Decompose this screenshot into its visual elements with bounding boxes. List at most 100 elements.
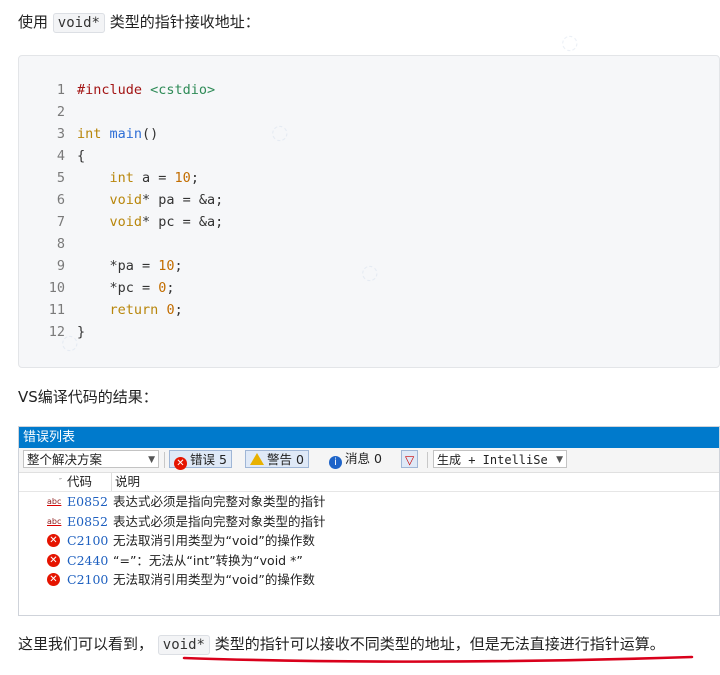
warning-icon — [250, 453, 264, 465]
error-list-title: 错误列表 — [19, 427, 719, 448]
line-number: 5 — [56, 170, 65, 186]
code-token: ; — [174, 302, 183, 318]
line-number: 9 — [56, 258, 65, 274]
inline-code-void-ptr: void* — [52, 13, 105, 33]
line-number: 6 — [56, 192, 65, 208]
code-token: ; — [166, 280, 175, 296]
error-description: 无法取消引用类型为“void”的操作数 — [113, 533, 315, 548]
line-number: 1 — [56, 82, 65, 98]
code-token: } — [77, 324, 86, 340]
error-row[interactable]: ✕ C2440 “=”：无法从“int”转换为“void *” — [19, 551, 719, 571]
code-line: 11 return 0; — [19, 299, 183, 321]
error-icon: ✕ — [47, 573, 60, 586]
messages-filter-label: 消息 0 — [345, 451, 382, 466]
code-line: 2 — [19, 101, 77, 123]
code-token: void — [109, 214, 143, 230]
line-number: 10 — [48, 280, 65, 296]
conclusion-prefix: 这里我们可以看到， — [18, 635, 154, 653]
scope-dropdown[interactable]: 整个解决方案 ▼ — [23, 450, 159, 468]
code-token: return — [109, 302, 159, 318]
errors-filter-label: 错误 5 — [190, 452, 227, 467]
error-code-link[interactable]: E0852 — [67, 512, 108, 532]
code-line: 6 void* pa = &a; — [19, 189, 223, 211]
code-token: #include — [77, 82, 151, 98]
watermark: ◌ — [554, 27, 583, 57]
code-token: <cstdio> — [150, 82, 216, 98]
toolbar-divider — [427, 452, 428, 468]
code-line: 3 int main() — [19, 123, 158, 145]
filter-funnel-icon: ▽ — [405, 453, 415, 467]
error-row[interactable]: ✕ C2100 无法取消引用类型为“void”的操作数 — [19, 531, 719, 551]
code-line: 9 *pa = 10; — [19, 255, 183, 277]
error-icon: ✕ — [174, 457, 187, 470]
code-token: ; — [174, 258, 183, 274]
error-list-panel: 错误列表 整个解决方案 ▼ ✕ 错误 5 警告 0 i 消息 0 ▽ 生成 + In… — [18, 426, 720, 616]
build-filter-value: 生成 + IntelliSe — [437, 453, 548, 467]
error-description: 无法取消引用类型为“void”的操作数 — [113, 572, 315, 587]
error-description: 表达式必须是指向完整对象类型的指针 — [113, 494, 326, 509]
intro-prefix: 使用 — [18, 13, 49, 31]
code-token: * pa = &a; — [142, 192, 224, 208]
error-row[interactable]: abc E0852 表达式必须是指向完整对象类型的指针 — [19, 492, 719, 512]
toolbar-divider — [164, 452, 165, 468]
handwritten-underline — [182, 655, 694, 663]
code-token: { — [77, 148, 86, 164]
line-number: 11 — [48, 302, 65, 318]
error-row[interactable]: ✕ C2100 无法取消引用类型为“void”的操作数 — [19, 570, 719, 590]
error-row[interactable]: abc E0852 表达式必须是指向完整对象类型的指针 — [19, 512, 719, 532]
code-token: 0 — [166, 302, 175, 318]
scope-value: 整个解决方案 — [27, 452, 103, 467]
code-token: 10 — [174, 170, 191, 186]
code-token: 10 — [158, 258, 175, 274]
build-filter-dropdown[interactable]: 生成 + IntelliSe ▼ — [433, 450, 567, 468]
filter-toggle-button[interactable]: ▽ — [401, 450, 419, 468]
code-token: int — [109, 170, 134, 186]
code-line: 10 *pc = 0; — [19, 277, 175, 299]
intellisense-abc-icon: abc — [47, 516, 62, 526]
code-token: main — [109, 126, 143, 142]
chevron-down-icon: ▼ — [148, 455, 155, 465]
code-token: *pc = — [77, 280, 159, 296]
messages-filter-button[interactable]: i 消息 0 — [325, 450, 386, 469]
warnings-filter-label: 警告 0 — [267, 452, 304, 467]
warnings-filter-button[interactable]: 警告 0 — [245, 450, 309, 468]
error-icon: ✕ — [47, 534, 60, 547]
line-number: 2 — [56, 104, 65, 120]
error-icon: ✕ — [47, 553, 60, 567]
line-number: 7 — [56, 214, 65, 230]
sort-indicator-icon: ″ — [59, 477, 62, 486]
line-number: 4 — [56, 148, 65, 164]
code-token: a = — [133, 170, 175, 186]
code-line: 1 #include <cstdio> — [19, 79, 215, 101]
code-token: int — [77, 126, 110, 142]
error-description: “=”：无法从“int”转换为“void *” — [113, 552, 303, 568]
column-header-description[interactable]: 说明 — [111, 473, 140, 491]
error-code-link[interactable]: C2100 — [67, 570, 108, 590]
code-line: 12} — [19, 321, 85, 343]
column-header-code[interactable]: 代码 — [67, 473, 92, 491]
code-token: *pa = — [77, 258, 159, 274]
code-line: 4{ — [19, 145, 85, 167]
code-block: 1 #include <cstdio> 2 3 int main() 4{5 int a … — [18, 55, 720, 368]
error-code-link[interactable]: C2100 — [67, 531, 108, 551]
error-list-toolbar: 整个解决方案 ▼ ✕ 错误 5 警告 0 i 消息 0 ▽ 生成 + Intelli… — [19, 448, 719, 473]
error-description: 表达式必须是指向完整对象类型的指针 — [113, 513, 326, 529]
error-code-link[interactable]: C2440 — [67, 551, 108, 571]
vs-result-label: VS编译代码的结果： — [18, 388, 158, 406]
intro-suffix: 类型的指针接收地址： — [109, 13, 260, 31]
line-number: 12 — [48, 324, 65, 340]
intro-paragraph: 使用 void* 类型的指针接收地址： — [18, 11, 260, 34]
code-line: 8 — [19, 233, 77, 255]
info-icon: i — [329, 456, 342, 469]
errors-filter-button[interactable]: ✕ 错误 5 — [169, 450, 232, 470]
code-line: 5 int a = 10; — [19, 167, 199, 189]
line-number: 3 — [56, 126, 65, 142]
code-token: () — [142, 126, 159, 142]
error-code-link[interactable]: E0852 — [67, 492, 108, 512]
intellisense-abc-icon: abc — [47, 497, 62, 506]
code-token: void — [109, 192, 143, 208]
line-number: 8 — [56, 236, 65, 252]
